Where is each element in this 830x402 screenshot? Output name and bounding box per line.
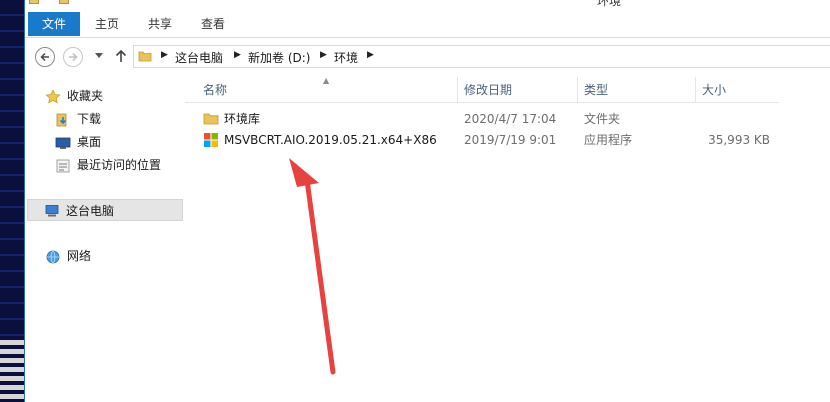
address-bar[interactable]: ▶ 这台电脑 ▶ 新加卷 (D:) ▶ 环境 ▶ [133, 45, 830, 68]
nav-this-pc[interactable]: 这台电脑 [27, 199, 183, 221]
breadcrumb-this-pc[interactable]: 这台电脑 [175, 49, 223, 66]
nav-favorites-label: 收藏夹 [67, 89, 104, 103]
column-name[interactable]: 名称 [197, 77, 459, 103]
nav-desktop[interactable]: 桌面 [55, 131, 183, 153]
folder-icon [138, 51, 152, 62]
column-header-row: ▲ 名称 修改日期 类型 大小 [185, 76, 779, 103]
file-name: 环境库 [224, 112, 261, 126]
file-modified: 2019/7/19 9:01 [464, 133, 557, 147]
tab-share[interactable]: 共享 [136, 12, 184, 38]
nav-this-pc-label: 这台电脑 [66, 204, 115, 218]
file-size: 35,993 KB [708, 133, 770, 147]
file-row[interactable]: MSVBCRT.AIO.2019.05.21.x64+X86 2019/7/19… [185, 129, 779, 151]
column-type[interactable]: 类型 [577, 77, 695, 103]
nav-desktop-label: 桌面 [77, 135, 102, 149]
desktop-icon [55, 137, 71, 149]
title-bar: 环境 [25, 0, 830, 8]
tab-file[interactable]: 文件 [28, 12, 80, 36]
back-button[interactable] [35, 47, 55, 67]
column-size[interactable]: 大小 [695, 77, 779, 103]
nav-favorites[interactable]: 收藏夹 [43, 85, 183, 107]
breadcrumb-current-folder[interactable]: 环境 [334, 49, 358, 66]
breadcrumb-separator-icon[interactable]: ▶ [161, 50, 168, 60]
tab-view[interactable]: 查看 [189, 12, 237, 38]
file-size [695, 108, 770, 130]
forward-arrow-icon [69, 52, 78, 62]
star-icon [45, 89, 61, 104]
column-modified[interactable]: 修改日期 [457, 77, 577, 103]
desktop-background [0, 0, 24, 402]
desktop-stripes [0, 340, 24, 402]
screen: 环境 文件 主页 共享 查看 ▶ 这台电脑 ▶ 新加卷 (D:) ▶ 环境 ▶ … [0, 0, 830, 402]
forward-button[interactable] [63, 47, 83, 67]
quick-access-icon[interactable] [29, 0, 39, 4]
ribbon-tabs: 文件 主页 共享 查看 [25, 12, 830, 38]
navigation-bar: ▶ 这台电脑 ▶ 新加卷 (D:) ▶ 环境 ▶ [25, 39, 830, 73]
folder-icon [203, 113, 219, 125]
file-name: MSVBCRT.AIO.2019.05.21.x64+X86 [224, 133, 437, 147]
nav-downloads-label: 下载 [77, 112, 102, 126]
file-list: ▲ 名称 修改日期 类型 大小 环境库 2020/4/7 17:04 文件夹 M… [185, 73, 830, 402]
breadcrumb-drive-d[interactable]: 新加卷 (D:) [248, 49, 310, 66]
nav-recent-label: 最近访问的位置 [77, 158, 162, 172]
up-folder-icon[interactable] [115, 49, 127, 63]
computer-icon [45, 205, 59, 217]
file-type: 应用程序 [584, 133, 633, 147]
app-icon [204, 133, 218, 147]
recent-locations-icon[interactable] [95, 53, 103, 59]
tab-home[interactable]: 主页 [83, 12, 131, 38]
window-title: 环境 [597, 0, 622, 8]
network-icon [46, 250, 60, 264]
back-arrow-icon [40, 52, 49, 62]
file-type: 文件夹 [584, 112, 621, 126]
breadcrumb-separator-icon[interactable]: ▶ [320, 50, 327, 60]
folder-quick-icon[interactable] [59, 0, 69, 4]
navigation-pane: 收藏夹 下载 桌面 最近访问的位置 这台电脑 网络 [25, 73, 185, 402]
downloads-folder-icon [56, 113, 67, 127]
file-explorer-window: 环境 文件 主页 共享 查看 ▶ 这台电脑 ▶ 新加卷 (D:) ▶ 环境 ▶ … [24, 0, 830, 402]
file-modified: 2020/4/7 17:04 [464, 112, 557, 126]
recent-places-icon [56, 159, 70, 173]
breadcrumb-separator-icon[interactable]: ▶ [367, 50, 374, 60]
breadcrumb-separator-icon[interactable]: ▶ [234, 50, 241, 60]
nav-network-label: 网络 [67, 249, 92, 263]
file-row[interactable]: 环境库 2020/4/7 17:04 文件夹 [185, 108, 779, 130]
nav-network[interactable]: 网络 [43, 245, 183, 267]
nav-downloads[interactable]: 下载 [55, 108, 183, 130]
nav-recent-places[interactable]: 最近访问的位置 [55, 154, 183, 176]
